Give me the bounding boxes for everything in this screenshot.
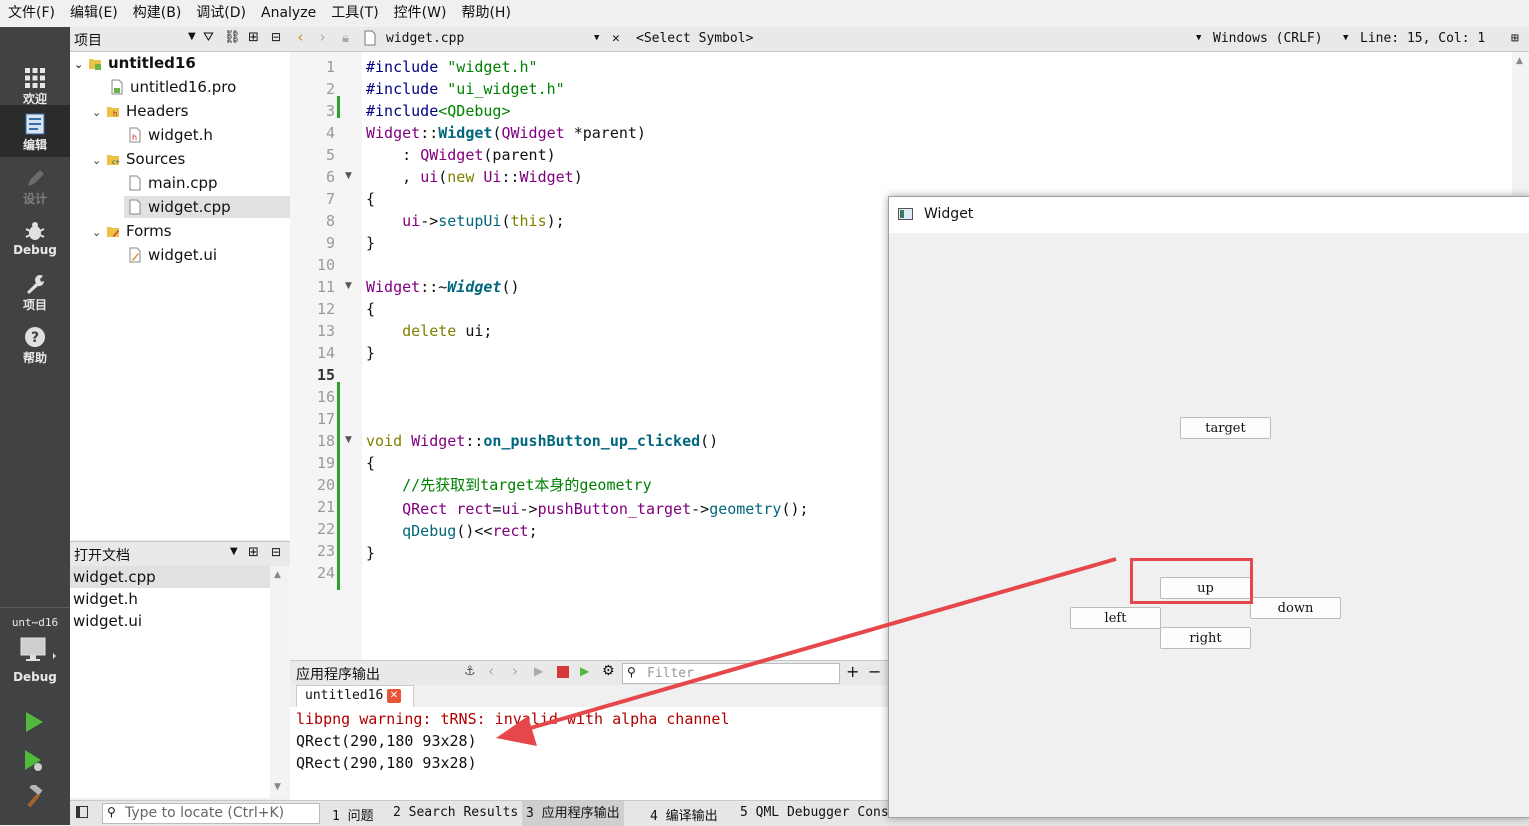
annotation-arrow [496, 557, 1117, 746]
